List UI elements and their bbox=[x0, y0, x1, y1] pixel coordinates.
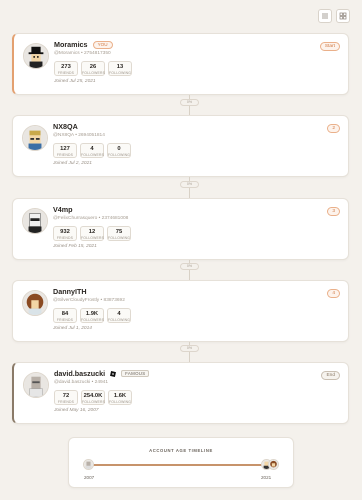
verified-icon bbox=[110, 370, 117, 377]
grid-icon bbox=[339, 12, 347, 20]
account-card[interactable]: V4mp @FelixChurrasquero • 2374681008 932… bbox=[12, 198, 349, 260]
account-card[interactable]: david.baszucki FAMOUS @david.baszucki • … bbox=[12, 362, 349, 424]
friends-stat: 72 FRIENDS bbox=[54, 390, 78, 405]
timeline-start-year: 2007 bbox=[84, 475, 95, 480]
list-icon bbox=[322, 13, 328, 19]
avatar bbox=[23, 372, 49, 398]
followers-stat: 1.9K FOLLOWERS bbox=[80, 308, 104, 323]
user-handle: @FelixChurrasquero • 2374681008 bbox=[53, 216, 129, 221]
friends-stat: 127 FRIENDS bbox=[53, 143, 77, 158]
timeline-line bbox=[89, 464, 273, 466]
join-date: Joined May 16, 2007 bbox=[54, 408, 99, 413]
username: V4mp bbox=[53, 205, 73, 214]
step-pill: 4 bbox=[327, 289, 340, 298]
gap-label: 0% bbox=[180, 181, 199, 188]
grid-view-button[interactable] bbox=[336, 9, 350, 23]
timeline-end-year: 2021 bbox=[261, 475, 272, 480]
user-handle: @Moramics • 2754817350 bbox=[54, 51, 111, 56]
friends-stat: 932 FRIENDS bbox=[53, 226, 77, 241]
join-date: Joined Jul 1, 2014 bbox=[53, 326, 92, 331]
followers-stat: 254.0K FOLLOWERS bbox=[81, 390, 105, 405]
timeline-title: ACCOUNT AGE TIMELINE bbox=[149, 448, 213, 453]
you-badge: YOU bbox=[92, 40, 113, 49]
followers-stat: 12 FOLLOWERS bbox=[80, 226, 104, 241]
step-pill: 2 bbox=[327, 124, 340, 133]
followers-stat: 26 FOLLOWERS bbox=[81, 61, 105, 76]
step-pill: End bbox=[321, 371, 340, 380]
famous-badge: FAMOUS bbox=[121, 369, 150, 378]
username: david.baszucki bbox=[54, 369, 106, 378]
list-view-button[interactable] bbox=[318, 9, 332, 23]
following-stat: 4 FOLLOWING bbox=[107, 308, 131, 323]
join-date: Joined Jul 25, 2021 bbox=[54, 79, 96, 84]
view-toggle bbox=[318, 9, 350, 23]
gap-label: 0% bbox=[180, 99, 199, 106]
timeline-node-start[interactable] bbox=[83, 459, 94, 470]
account-card[interactable]: NX8QA @NX8QA • 2694051814 127 FRIENDS 4 FO… bbox=[12, 115, 349, 177]
gap-label: 0% bbox=[180, 345, 199, 352]
timeline-node-end-2[interactable] bbox=[268, 459, 279, 470]
following-stat: 1.6K FOLLOWING bbox=[108, 390, 132, 405]
avatar bbox=[22, 290, 48, 316]
step-pill: Start bbox=[319, 42, 340, 51]
avatar bbox=[23, 43, 49, 69]
following-stat: 13 FOLLOWING bbox=[108, 61, 132, 76]
following-stat: 0 FOLLOWING bbox=[107, 143, 131, 158]
account-age-timeline: ACCOUNT AGE TIMELINE 2007 2021 bbox=[68, 437, 294, 488]
username: NX8QA bbox=[53, 122, 78, 131]
avatar bbox=[22, 208, 48, 234]
avatar bbox=[22, 125, 48, 151]
user-handle: @david.baszucki • 24941 bbox=[54, 380, 109, 385]
user-handle: @NX8QA • 2694051814 bbox=[53, 133, 105, 138]
username: DannyITH bbox=[53, 287, 87, 296]
following-stat: 75 FOLLOWING bbox=[107, 226, 131, 241]
friends-stat: 273 FRIENDS bbox=[54, 61, 78, 76]
gap-label: 0% bbox=[180, 263, 199, 270]
join-date: Joined Feb 15, 2021 bbox=[53, 244, 97, 249]
step-pill: 3 bbox=[327, 207, 340, 216]
username: Moramics bbox=[54, 40, 88, 49]
user-handle: @SilverCloudyFrostly • 83873692 bbox=[53, 298, 125, 303]
followers-stat: 4 FOLLOWERS bbox=[80, 143, 104, 158]
friends-stat: 84 FRIENDS bbox=[53, 308, 77, 323]
account-card[interactable]: Moramics YOU @Moramics • 2754817350 273 F… bbox=[12, 33, 349, 95]
join-date: Joined Jul 2, 2021 bbox=[53, 161, 92, 166]
account-card[interactable]: DannyITH @SilverCloudyFrostly • 83873692… bbox=[12, 280, 349, 342]
